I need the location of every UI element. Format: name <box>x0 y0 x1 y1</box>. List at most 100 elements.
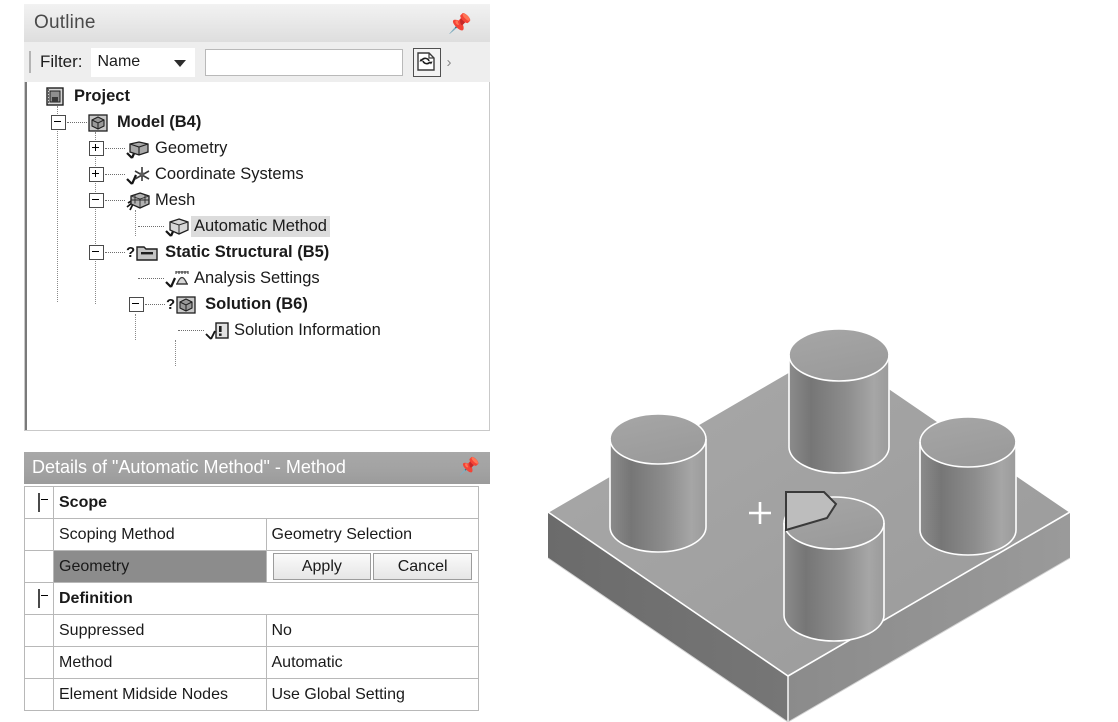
folder-icon <box>136 243 158 263</box>
panel-title: Outline <box>34 12 96 33</box>
project-icon <box>45 86 67 107</box>
pushpin-icon[interactable]: 📌 <box>459 457 480 477</box>
pushpin-icon[interactable]: 📌 <box>448 12 472 36</box>
row-gutter <box>24 518 54 551</box>
details-panel-title: Details of "Automatic Method" - Method <box>32 457 346 477</box>
details-property-grid: Scope Scoping Method Geometry Selection … <box>24 486 479 711</box>
tree-item-coordinate-systems[interactable]: Coordinate Systems <box>89 162 307 187</box>
group-label: Definition <box>53 582 479 615</box>
property-value[interactable]: Use Global Setting <box>265 678 479 711</box>
collapse-toggle-icon[interactable] <box>51 115 66 130</box>
details-row-selected[interactable]: Geometry Apply Cancel <box>24 550 479 583</box>
tree-connector-dots <box>178 329 204 332</box>
details-panel: Details of "Automatic Method" - Method 📌… <box>24 452 490 714</box>
tree-connector <box>135 314 136 340</box>
tree-item-automatic-method[interactable]: Automatic Method <box>137 214 330 239</box>
refresh-icon[interactable] <box>412 47 441 77</box>
row-gutter <box>24 646 54 679</box>
details-group-row[interactable]: Definition <box>24 582 479 615</box>
collapse-toggle-icon[interactable] <box>89 245 104 260</box>
property-name: Scoping Method <box>53 518 267 551</box>
tree-connector-dots <box>105 173 125 176</box>
mesh-icon <box>126 191 150 211</box>
tree-item-analysis-settings[interactable]: Analysis Settings <box>137 266 323 291</box>
tree-connector-dots <box>138 225 164 228</box>
tree-connector-dots <box>138 277 164 280</box>
property-name: Geometry <box>53 550 267 583</box>
tree-connector-dots <box>105 199 125 202</box>
property-value[interactable]: Geometry Selection <box>265 518 479 551</box>
toolbar-grip[interactable] <box>29 51 33 73</box>
collapse-toggle-icon[interactable] <box>38 588 40 608</box>
tree-item-mesh[interactable]: Mesh <box>89 188 198 213</box>
filter-toolbar: Filter: Name › <box>24 42 490 83</box>
collapse-toggle-icon[interactable] <box>38 492 40 512</box>
outline-panel: Outline 📌 Filter: Name › Project Model (… <box>24 4 490 432</box>
tree-left-border <box>25 82 27 430</box>
tree-item-label: Coordinate Systems <box>155 165 304 183</box>
row-gutter <box>24 614 54 647</box>
tree-item-model[interactable]: Model (B4) <box>51 110 204 135</box>
model-icon <box>88 113 110 133</box>
tree-connector-dots <box>67 121 87 124</box>
details-row[interactable]: Method Automatic <box>24 646 479 679</box>
tree-item-static-structural[interactable]: ? Static Structural (B5) <box>89 240 332 265</box>
chevron-down-icon <box>173 59 186 67</box>
details-row[interactable]: Element Midside Nodes Use Global Setting <box>24 678 479 711</box>
tree-item-label: Analysis Settings <box>194 269 320 287</box>
tree-connector-dots <box>105 147 125 150</box>
method-icon <box>165 217 189 237</box>
tree-item-solution-information[interactable]: Solution Information <box>177 318 384 343</box>
apply-button[interactable]: Apply <box>272 553 372 580</box>
tree-item-label: Solution (B6) <box>205 295 308 313</box>
three-d-model-four-stud-block[interactable] <box>500 240 1118 722</box>
property-value[interactable]: No <box>265 614 479 647</box>
stud-back[interactable] <box>788 328 890 474</box>
question-mark-icon: ? <box>166 296 176 313</box>
analysis-settings-icon <box>165 269 189 289</box>
toolbar-overflow-chevron[interactable]: › <box>447 54 452 71</box>
filter-type-value: Name <box>97 53 141 70</box>
group-label: Scope <box>53 486 479 519</box>
details-row[interactable]: Suppressed No <box>24 614 479 647</box>
cancel-button[interactable]: Cancel <box>373 553 472 580</box>
expand-toggle-icon[interactable] <box>89 141 104 156</box>
stud-left[interactable] <box>609 413 707 553</box>
collapse-toggle-icon[interactable] <box>89 193 104 208</box>
filter-label: Filter: <box>40 52 83 71</box>
tree-item-geometry[interactable]: Geometry <box>89 136 230 161</box>
tree-connector-dots <box>145 303 165 306</box>
question-mark-icon: ? <box>126 244 136 261</box>
tree-connector <box>175 340 176 366</box>
tree-item-solution[interactable]: ? Solution (B6) <box>129 292 311 317</box>
stud-right[interactable] <box>919 416 1017 556</box>
group-collapse-cell[interactable] <box>24 486 54 519</box>
tree-item-label: Solution Information <box>234 321 381 339</box>
outline-tree: Project Model (B4) Geometry Coordinate S… <box>24 82 490 431</box>
tree-item-label: Geometry <box>155 139 228 157</box>
row-gutter <box>24 678 54 711</box>
property-name: Suppressed <box>53 614 267 647</box>
solution-info-icon <box>205 321 229 341</box>
details-row[interactable]: Scoping Method Geometry Selection <box>24 518 479 551</box>
property-name: Method <box>53 646 267 679</box>
filter-type-dropdown[interactable]: Name <box>90 47 195 77</box>
solution-icon <box>176 295 198 315</box>
outline-panel-header: Outline 📌 <box>24 4 490 43</box>
geometry-viewport[interactable] <box>500 240 1118 722</box>
filter-search-input[interactable] <box>204 48 403 76</box>
tree-item-label: Project <box>74 87 130 105</box>
tree-connector <box>57 106 58 302</box>
property-value-buttons: Apply Cancel <box>265 550 479 583</box>
tree-item-project[interactable]: Project <box>45 84 133 109</box>
tree-item-label: Mesh <box>155 191 196 209</box>
tree-item-label: Automatic Method <box>191 216 330 237</box>
expand-toggle-icon[interactable] <box>89 167 104 182</box>
collapse-toggle-icon[interactable] <box>129 297 144 312</box>
details-panel-header: Details of "Automatic Method" - Method 📌 <box>24 452 490 484</box>
property-name: Element Midside Nodes <box>53 678 267 711</box>
group-collapse-cell[interactable] <box>24 582 54 615</box>
details-group-row[interactable]: Scope <box>24 486 479 519</box>
refresh-glyph <box>416 51 435 71</box>
property-value[interactable]: Automatic <box>265 646 479 679</box>
